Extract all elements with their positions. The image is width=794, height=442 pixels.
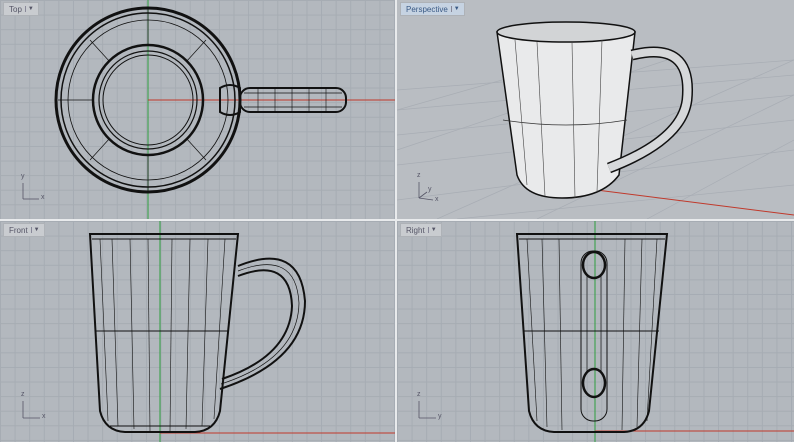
viewport-tab-perspective[interactable]: Perspective ▼ <box>400 2 465 16</box>
viewport-title: Top <box>9 4 22 14</box>
axis-label-x: x <box>435 196 439 203</box>
viewport-front[interactable]: Front ▼ z x <box>0 221 395 442</box>
axis-label-x: x <box>42 413 46 420</box>
viewport-tab-right[interactable]: Right ▼ <box>400 223 442 237</box>
caret-down-icon[interactable]: ▼ <box>427 227 439 233</box>
caret-down-icon[interactable]: ▼ <box>24 6 36 12</box>
caret-down-icon[interactable]: ▼ <box>30 227 42 233</box>
right-view-drawing <box>418 221 794 442</box>
axis-label-z: z <box>417 391 421 398</box>
front-view-drawing <box>22 221 395 442</box>
caret-down-icon[interactable]: ▼ <box>450 6 462 12</box>
viewport-title: Perspective <box>406 4 448 14</box>
top-view-drawing <box>22 0 395 219</box>
viewport-tab-front[interactable]: Front ▼ <box>3 223 45 237</box>
axis-label-z: z <box>417 172 421 179</box>
viewport-top[interactable]: Top ▼ y x <box>0 0 395 219</box>
axis-label-x: x <box>41 194 45 201</box>
axis-label-y: y <box>438 413 442 420</box>
viewport-tab-top[interactable]: Top ▼ <box>3 2 39 16</box>
perspective-view-drawing <box>397 21 794 219</box>
viewport-right[interactable]: Right ▼ z y <box>397 221 794 442</box>
axis-label-y: y <box>21 173 25 180</box>
axis-label-y: y <box>428 186 432 193</box>
viewport-perspective[interactable]: Perspective ▼ z y x <box>397 0 794 219</box>
viewport-title: Right <box>406 225 425 235</box>
viewport-title: Front <box>9 225 28 235</box>
axis-label-z: z <box>21 391 25 398</box>
